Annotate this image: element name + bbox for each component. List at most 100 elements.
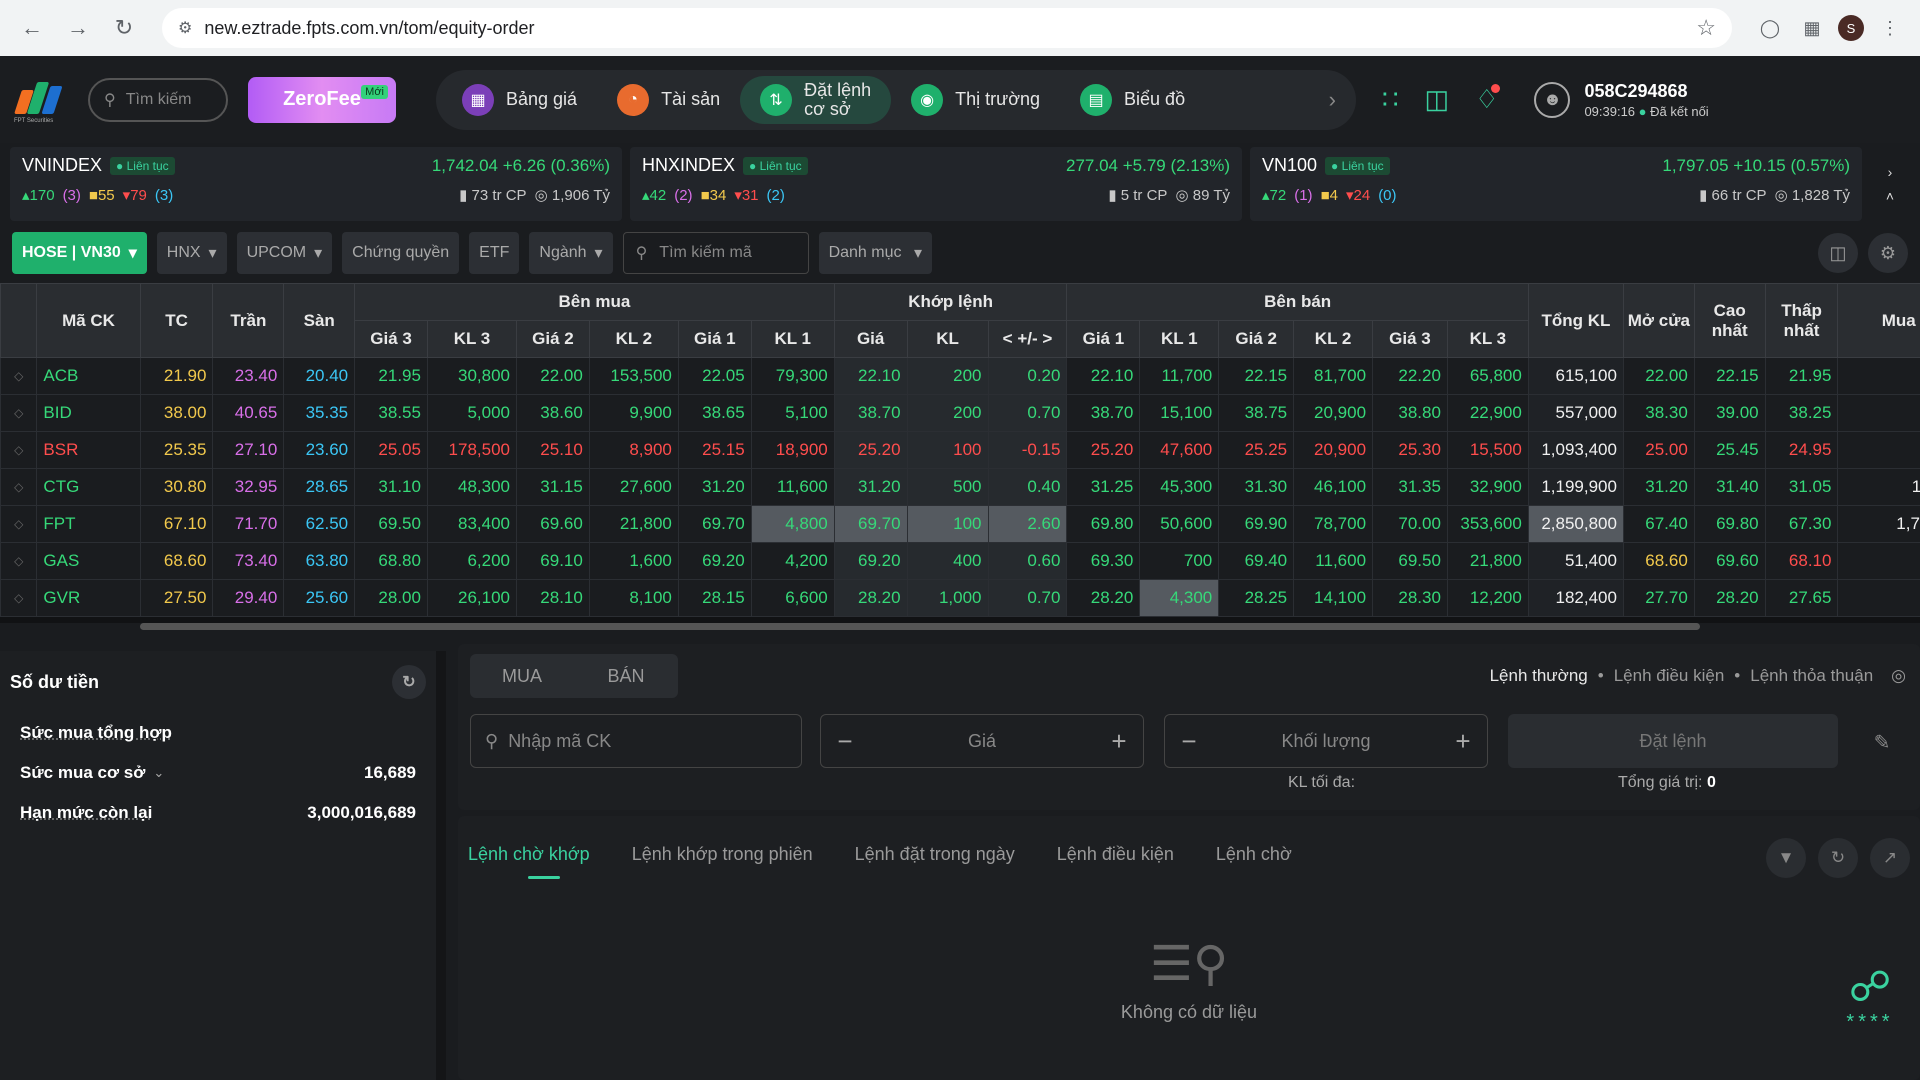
minus-icon[interactable]: −	[1165, 726, 1213, 757]
bid-price-cell[interactable]: 31.20	[677, 468, 752, 506]
ask-price-cell[interactable]: 70.00	[1372, 505, 1448, 543]
table-row[interactable]: ◇ BID 38.00 40.65 35.35 38.55 5,000 38.60 9,900 3…	[0, 394, 1920, 432]
back-icon[interactable]: ←	[14, 10, 50, 46]
index-card-vn100[interactable]: VN100 ● Liên tục 1,797.05 +10.15 (0.57%)…	[1250, 147, 1862, 221]
upcom-dropdown[interactable]: UPCOM ▾	[236, 232, 333, 274]
table-row[interactable]: ◇ BSR 25.35 27.10 23.60 25.05 178,500 25.10 8,90…	[0, 431, 1920, 469]
exchange-dropdown[interactable]: HOSE | VN30 ▾	[12, 232, 147, 274]
forward-icon[interactable]: →	[60, 10, 96, 46]
ask-price-cell[interactable]: 31.35	[1372, 468, 1448, 506]
symbol-cell[interactable]: BID	[36, 394, 141, 432]
address-bar[interactable]: ⚙ new.eztrade.fpts.com.vn/tom/equity-ord…	[162, 8, 1732, 48]
pin-icon[interactable]: ◇	[0, 431, 38, 469]
refresh-icon[interactable]: ↻	[1818, 838, 1858, 878]
col-low[interactable]: Thấp nhất	[1764, 283, 1839, 358]
pin-icon[interactable]: ◇	[0, 394, 38, 432]
ask-price-cell[interactable]: 25.25	[1218, 431, 1295, 469]
pin-icon[interactable]: ◇	[0, 579, 38, 617]
bid-price-cell[interactable]: 69.50	[354, 505, 428, 543]
ask-price-cell[interactable]: 22.15	[1218, 357, 1295, 395]
tab-conditional-orders[interactable]: Lệnh điều kiện	[1057, 844, 1174, 865]
bid-price-cell[interactable]: 21.95	[354, 357, 428, 395]
bid-price-cell[interactable]: 28.15	[677, 579, 752, 617]
tab-pending-orders[interactable]: Lệnh chờ khớp	[468, 844, 590, 879]
table-row[interactable]: ◇ CTG 30.80 32.95 28.65 31.10 48,300 31.15 27,60…	[0, 468, 1920, 506]
global-search[interactable]: ⚲ Tìm kiếm	[88, 77, 228, 122]
tab-today-orders[interactable]: Lệnh đặt trong ngày	[855, 844, 1015, 865]
sector-dropdown[interactable]: Ngành ▾	[529, 232, 613, 274]
bid-price-cell[interactable]: 38.65	[677, 394, 752, 432]
pin-icon[interactable]: ◇	[0, 505, 38, 543]
notification-bell-icon[interactable]: ♢	[1475, 84, 1501, 115]
expand-icon[interactable]: ↗	[1870, 838, 1910, 878]
warrants-tab[interactable]: Chứng quyền	[342, 232, 460, 274]
col-floor[interactable]: Sàn	[283, 283, 356, 358]
gift-icon[interactable]: ◫	[1425, 84, 1450, 115]
ask-price-cell[interactable]: 69.30	[1066, 542, 1141, 580]
col-total[interactable]: Tổng KL	[1527, 283, 1624, 358]
site-settings-icon[interactable]: ⚙	[178, 18, 192, 38]
match-price-cell[interactable]: 69.20	[833, 542, 908, 580]
pin-icon[interactable]: ◇	[0, 357, 38, 395]
bid-price-cell[interactable]: 22.05	[677, 357, 752, 395]
minus-icon[interactable]: −	[821, 726, 869, 757]
table-row[interactable]: ◇ FPT 67.10 71.70 62.50 69.50 83,400 69.60 21,80…	[0, 505, 1920, 543]
col-symbol[interactable]: Mã CK	[36, 283, 141, 358]
match-price-cell[interactable]: 69.70	[833, 505, 908, 543]
settings-gear-icon[interactable]: ⚙	[1868, 233, 1908, 273]
ask-price-cell[interactable]: 38.80	[1372, 394, 1448, 432]
match-price-cell[interactable]: 31.20	[833, 468, 908, 506]
match-price-cell[interactable]: 25.20	[833, 431, 908, 469]
table-row[interactable]: ◇ GAS 68.60 73.40 63.80 68.80 6,200 69.10 1,600 6…	[0, 542, 1920, 580]
chevron-down-icon[interactable]: ⌄	[153, 765, 164, 781]
nav-chart[interactable]: ▤ Biểu đồ	[1060, 76, 1205, 124]
bid-price-cell[interactable]: 31.15	[516, 468, 590, 506]
refresh-icon[interactable]: ↻	[392, 665, 426, 699]
buy-tab[interactable]: MUA	[470, 654, 574, 698]
ask-price-cell[interactable]: 25.30	[1372, 431, 1448, 469]
bookmark-star-icon[interactable]: ☆	[1696, 15, 1716, 41]
ask-price-cell[interactable]: 38.75	[1218, 394, 1295, 432]
bid-price-cell[interactable]: 69.20	[677, 542, 752, 580]
extensions-puzzle-icon[interactable]: ▦	[1796, 12, 1828, 44]
bid-price-cell[interactable]: 28.00	[354, 579, 428, 617]
order-type-normal[interactable]: Lệnh thường	[1490, 666, 1588, 686]
table-row[interactable]: ◇ ACB 21.90 23.40 20.40 21.95 30,800 22.00 153,5…	[0, 357, 1920, 395]
nav-market[interactable]: ◉ Thị trường	[891, 76, 1060, 124]
zerofee-banner[interactable]: ZeroFee Mới	[248, 76, 396, 123]
bid-price-cell[interactable]: 31.10	[354, 468, 428, 506]
browser-menu-icon[interactable]: ⋮	[1874, 12, 1906, 44]
bid-price-cell[interactable]: 38.60	[516, 394, 590, 432]
sell-tab[interactable]: BÁN	[574, 654, 678, 698]
pin-icon[interactable]: ◇	[0, 468, 38, 506]
symbol-cell[interactable]: ACB	[36, 357, 141, 395]
symbol-search-input[interactable]: ⚲ Tìm kiếm mã	[622, 232, 809, 274]
edit-icon[interactable]: ✎	[1864, 724, 1900, 760]
apps-grid-icon[interactable]: ∷	[1382, 84, 1399, 115]
bid-price-cell[interactable]: 25.15	[677, 431, 752, 469]
ask-price-cell[interactable]: 31.30	[1218, 468, 1295, 506]
symbol-cell[interactable]: GVR	[36, 579, 141, 617]
layout-icon[interactable]: ◫	[1818, 233, 1858, 273]
ask-price-cell[interactable]: 28.30	[1372, 579, 1448, 617]
watchlist-dropdown[interactable]: Danh mục ▾	[818, 232, 932, 274]
plus-icon[interactable]: +	[1095, 726, 1143, 757]
ask-price-cell[interactable]: 69.50	[1372, 542, 1448, 580]
ask-price-cell[interactable]: 28.25	[1218, 579, 1295, 617]
bid-price-cell[interactable]: 69.70	[677, 505, 752, 543]
symbol-cell[interactable]: FPT	[36, 505, 141, 543]
filter-icon[interactable]: ▼	[1766, 838, 1806, 878]
col-ref[interactable]: TC	[139, 283, 214, 358]
ask-price-cell[interactable]: 38.70	[1066, 394, 1141, 432]
bid-price-cell[interactable]: 25.05	[354, 431, 428, 469]
chevron-right-icon[interactable]: ›	[1329, 87, 1336, 113]
balance-label[interactable]: Sức mua tổng hợp	[20, 723, 172, 743]
ask-price-cell[interactable]: 22.10	[1066, 357, 1141, 395]
lock-button[interactable]: ☍ ****	[1830, 962, 1910, 1034]
order-type-negotiated[interactable]: Lệnh thỏa thuận	[1750, 666, 1873, 686]
etf-tab[interactable]: ETF	[469, 232, 520, 274]
price-stepper[interactable]: − Giá +	[820, 714, 1144, 768]
symbol-cell[interactable]: BSR	[36, 431, 141, 469]
balance-label[interactable]: Hạn mức còn lại	[20, 803, 152, 823]
bid-price-cell[interactable]: 68.80	[354, 542, 428, 580]
